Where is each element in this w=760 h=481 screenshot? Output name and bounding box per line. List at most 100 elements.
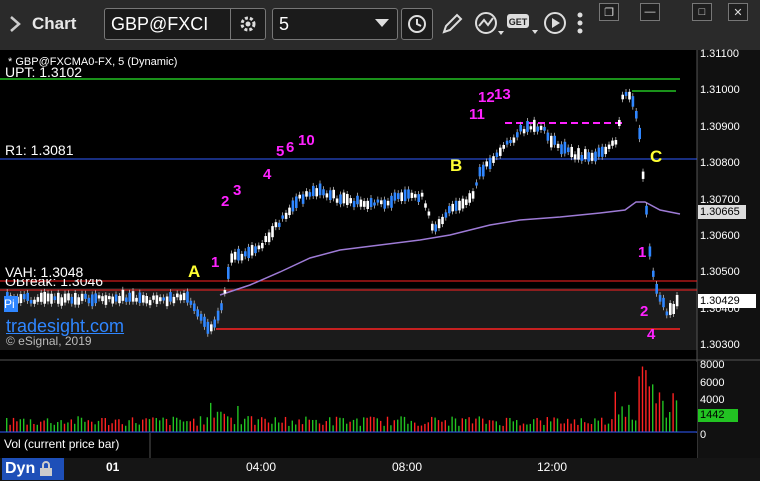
candle	[284, 212, 288, 219]
candle	[206, 321, 210, 334]
play-button[interactable]	[542, 10, 568, 41]
candle	[539, 125, 543, 130]
volume-bar	[454, 418, 457, 432]
candle	[563, 141, 567, 154]
price-chart[interactable]	[0, 50, 760, 481]
volume-bar	[63, 423, 66, 432]
candle	[641, 171, 645, 179]
candle	[128, 292, 131, 302]
candle	[84, 293, 87, 299]
candle	[376, 199, 380, 203]
volume-bar	[247, 416, 249, 432]
volume-bar	[662, 400, 664, 432]
more-button[interactable]	[573, 10, 587, 41]
symbol-input[interactable]: GBP@FXCI	[104, 8, 266, 40]
candle	[261, 242, 264, 249]
window-restore-button[interactable]: ❐	[599, 3, 619, 21]
volume-bar	[352, 419, 355, 432]
volume-bar	[526, 424, 528, 432]
volume-bar	[57, 422, 59, 432]
volume-bar	[635, 420, 637, 432]
candle	[288, 207, 291, 216]
volume-bar	[533, 419, 535, 432]
chevron-right-icon[interactable]	[4, 13, 26, 35]
volume-bar	[628, 404, 630, 432]
candle	[315, 188, 318, 197]
candle	[434, 224, 437, 232]
volume-bar	[594, 418, 596, 432]
volume-bar	[267, 422, 270, 432]
window-minimize-button[interactable]: —	[640, 3, 660, 21]
clock-button[interactable]	[401, 8, 433, 40]
candle	[186, 291, 189, 303]
candle	[97, 295, 101, 299]
candle	[94, 293, 97, 304]
interval-value: 5	[279, 13, 290, 34]
volume-bar	[618, 414, 620, 432]
volume-bar	[332, 425, 334, 432]
volume-bar	[584, 422, 586, 432]
volume-bar	[604, 424, 606, 432]
candle	[220, 303, 223, 311]
candle	[111, 296, 114, 304]
candle	[244, 251, 247, 257]
candle	[43, 291, 46, 304]
volume-bar	[488, 420, 491, 432]
volume-bar	[33, 423, 35, 432]
window-maximize-button[interactable]: □	[692, 3, 712, 21]
volume-bar	[162, 417, 164, 432]
volume-bar	[148, 419, 151, 432]
get-button[interactable]: GET	[506, 12, 540, 41]
volume-bar	[380, 420, 382, 432]
candle	[291, 200, 295, 212]
candle	[546, 132, 550, 141]
window-close-button[interactable]: ✕	[728, 3, 748, 21]
volume-bar	[369, 416, 372, 432]
volume-bar	[495, 421, 497, 432]
volume-bar	[478, 416, 480, 432]
draw-button[interactable]	[440, 12, 464, 41]
volume-bar	[87, 420, 89, 432]
volume-label: Vol (current price bar)	[4, 437, 120, 451]
studies-button[interactable]	[474, 11, 506, 42]
candle	[461, 198, 465, 209]
candle	[628, 91, 631, 100]
candle	[488, 157, 492, 169]
candle	[131, 291, 135, 302]
volume-bar	[305, 416, 307, 432]
volume-bar	[577, 424, 579, 432]
volume-bar	[665, 417, 667, 432]
candle	[57, 292, 60, 304]
volume-bar	[567, 418, 569, 432]
candle	[492, 156, 495, 163]
candle	[29, 300, 33, 304]
annotation-a: A	[188, 262, 201, 281]
volume-bar	[9, 424, 11, 432]
volume-bar	[46, 418, 49, 432]
layout-button[interactable]: Dyn	[2, 458, 64, 480]
volume-bar	[516, 420, 518, 432]
candle	[590, 152, 594, 161]
volume-bar	[165, 418, 168, 432]
pi-label: Pi	[4, 296, 18, 312]
candle	[655, 283, 658, 294]
candle	[346, 193, 349, 205]
volume-bar	[512, 421, 514, 432]
candle	[437, 219, 441, 229]
volume-bar	[597, 420, 599, 432]
volume-bar	[176, 417, 178, 432]
volume-bar	[550, 421, 552, 432]
volume-bar	[658, 392, 661, 432]
volume-bar	[356, 418, 358, 432]
candle	[601, 146, 604, 157]
candle	[36, 297, 40, 302]
candle	[570, 146, 573, 158]
candle	[390, 195, 393, 208]
symbol-settings-button[interactable]	[230, 9, 265, 39]
volume-bar	[114, 419, 117, 432]
interval-select[interactable]: 5	[272, 8, 398, 40]
volume-bar	[288, 425, 290, 432]
candle	[417, 194, 420, 202]
candle	[560, 144, 563, 155]
candle	[271, 226, 274, 238]
